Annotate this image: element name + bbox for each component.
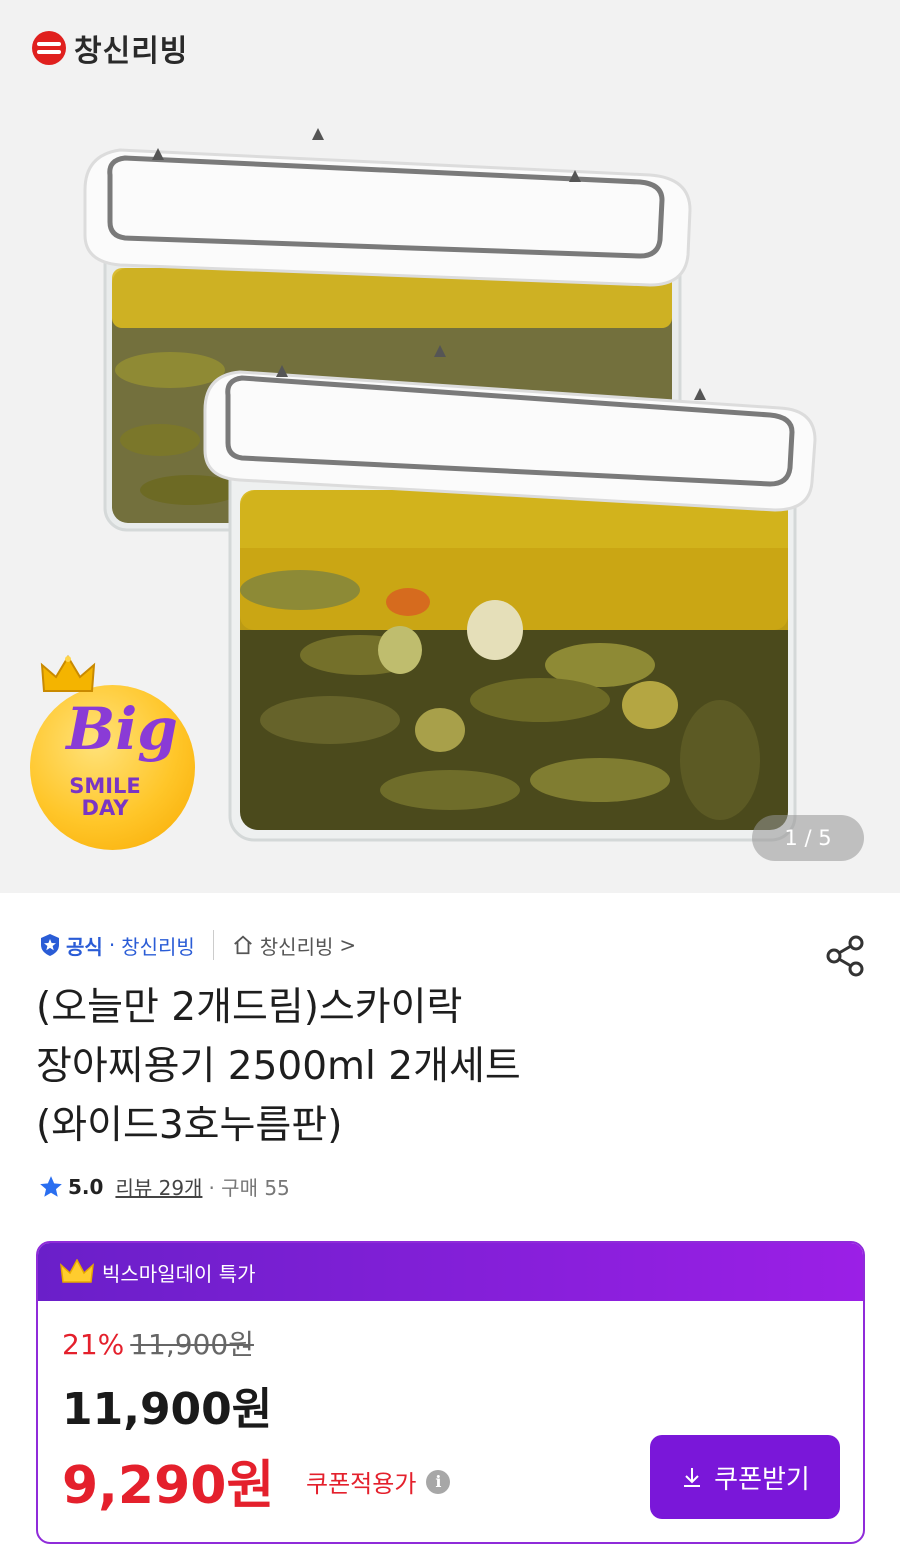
discount-row: 21% 11,900원: [62, 1323, 254, 1363]
seller-name[interactable]: 창신리빙: [121, 931, 195, 960]
product-title-line: 장아찌용기 2500ml 2개세트: [36, 1044, 521, 1089]
coupon-price-label: 쿠폰적용가 i: [306, 1464, 451, 1499]
front-container: [203, 345, 817, 842]
divider: [212, 930, 214, 960]
sale-price: 11,900원: [62, 1384, 273, 1435]
badge-smile-text: SMILE DAY: [30, 775, 180, 819]
download-icon: [684, 1468, 701, 1487]
product-title-line: (오늘만 2개드림)스카이락: [36, 985, 463, 1030]
home-icon: [233, 935, 252, 955]
official-label: 공식: [66, 934, 103, 959]
star-icon: [40, 1175, 62, 1197]
seller-row: 공식 · 창신리빙 창신리빙 >: [38, 930, 356, 960]
get-coupon-button-label: 쿠폰받기: [714, 1464, 810, 1495]
badge-crown-icon: [40, 655, 96, 692]
badge-day-line: DAY: [81, 796, 129, 820]
store-link[interactable]: 창신리빙: [260, 931, 334, 960]
badge-big-text: Big: [66, 695, 178, 763]
big-smile-day-badge: Big SMILE DAY: [30, 655, 202, 850]
official-shield-icon: [41, 934, 59, 956]
coupon-price-label-text: 쿠폰적용가: [306, 1470, 417, 1498]
rating-row: 5.0 리뷰 29개 · 구매 55: [38, 1172, 290, 1201]
info-icon[interactable]: i: [426, 1469, 451, 1494]
rating-value: 5.0: [68, 1174, 104, 1199]
price-box-header: 빅스마일데이 특가: [38, 1243, 863, 1301]
crown-icon: [60, 1259, 94, 1283]
review-link[interactable]: 리뷰 29개: [115, 1172, 202, 1201]
seller-separator: ·: [108, 933, 116, 957]
product-title-line: (와이드3호누름판): [36, 1103, 343, 1148]
share-icon[interactable]: [822, 933, 868, 979]
discount-rate: 21%: [62, 1328, 125, 1361]
product-title: (오늘만 2개드림)스카이락 장아찌용기 2500ml 2개세트 (와이드3호누…: [36, 978, 796, 1155]
product-image-carousel[interactable]: 창신리빙 Big SMILE DAY 1 / 5: [0, 0, 900, 893]
image-page-indicator: 1 / 5: [752, 815, 864, 861]
price-box: 빅스마일데이 특가 21% 11,900원 11,900원 9,290원 쿠폰적…: [36, 1241, 865, 1544]
coupon-price: 9,290원: [62, 1456, 275, 1516]
promo-label: 빅스마일데이 특가: [102, 1261, 256, 1286]
get-coupon-button[interactable]: 쿠폰받기: [650, 1435, 840, 1519]
original-price: 11,900원: [130, 1328, 254, 1361]
chevron-right-icon: >: [339, 933, 357, 957]
badge-smile-line: SMILE: [69, 774, 141, 798]
purchase-count: · 구매 55: [208, 1176, 290, 1200]
